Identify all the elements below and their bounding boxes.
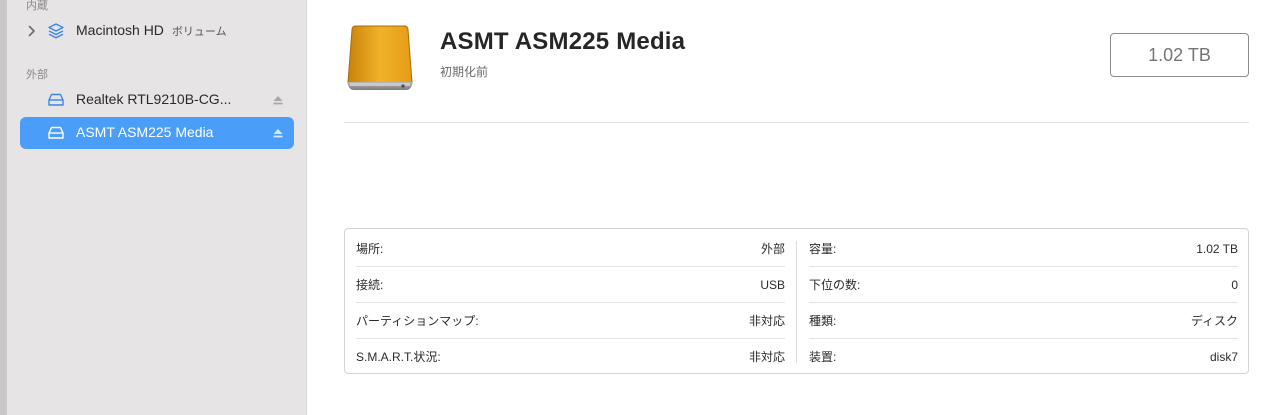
info-row-device: 装置: disk7 [809,339,1238,374]
page-title: ASMT ASM225 Media [440,28,686,55]
sidebar-item-label: Macintosh HD ボリューム [76,22,227,38]
info-label: 場所: [356,242,384,256]
section-label-external: 外部 [26,69,48,81]
sidebar: 内蔵 Macintosh HD ボリューム 外部 Realtek RTL9210… [0,0,307,415]
info-row-capacity: 容量: 1.02 TB [809,231,1238,266]
info-row-connection: 接続: USB [356,267,785,302]
info-value: 非対応 [748,314,785,328]
sidebar-item-label: ASMT ASM225 Media [76,124,214,140]
capacity-badge: 1.02 TB [1110,33,1249,77]
info-label: 装置: [809,350,837,364]
info-label: 容量: [809,242,837,256]
info-value: disk7 [1209,349,1238,364]
external-drive-icon [46,91,66,109]
info-row-partition-map: パーティションマップ: 非対応 [356,303,785,338]
info-label: パーティションマップ: [356,314,479,328]
info-label: 種類: [809,314,837,328]
disk-utility-window: 内蔵 Macintosh HD ボリューム 外部 Realtek RTL9210… [0,0,1280,415]
header-divider [344,122,1249,123]
chevron-right-icon[interactable] [26,23,38,39]
external-drive-large-icon [344,24,414,94]
info-row-smart-status: S.M.A.R.T.状況: 非対応 [356,339,785,374]
eject-icon[interactable] [272,93,284,105]
info-value: 外部 [760,242,785,256]
info-value: ディスク [1190,314,1238,328]
disk-status-subtitle: 初期化前 [440,65,489,79]
disk-info-table: 場所: 外部 接続: USB パーティションマップ: 非対応 S.M.A.R.T… [344,228,1249,374]
external-drive-icon [46,124,66,142]
sidebar-item-label: Realtek RTL9210B-CG... [76,91,232,107]
info-label: S.M.A.R.T.状況: [356,350,441,364]
info-label: 下位の数: [809,278,861,292]
volume-stack-icon [46,22,66,40]
info-row-type: 種類: ディスク [809,303,1238,338]
info-row-child-count: 下位の数: 0 [809,267,1238,302]
info-row-location: 場所: 外部 [356,231,785,266]
sidebar-item-macintosh-hd[interactable]: Macintosh HD ボリューム [20,15,294,47]
section-label-internal: 内蔵 [26,0,48,12]
info-value: 0 [1231,277,1238,292]
info-label: 接続: [356,278,384,292]
volume-kind-label: ボリューム [171,26,227,38]
info-column-left: 場所: 外部 接続: USB パーティションマップ: 非対応 S.M.A.R.T… [345,229,796,375]
sidebar-item-asmt-asm225[interactable]: ASMT ASM225 Media [20,117,294,149]
info-value: 非対応 [748,350,785,364]
info-value: USB [760,277,785,292]
eject-icon[interactable] [272,126,284,138]
info-column-right: 容量: 1.02 TB 下位の数: 0 種類: ディスク 装置: disk7 [797,229,1249,375]
window-edge [0,0,7,415]
info-value: 1.02 TB [1196,241,1238,256]
sidebar-item-realtek[interactable]: Realtek RTL9210B-CG... [20,84,294,116]
